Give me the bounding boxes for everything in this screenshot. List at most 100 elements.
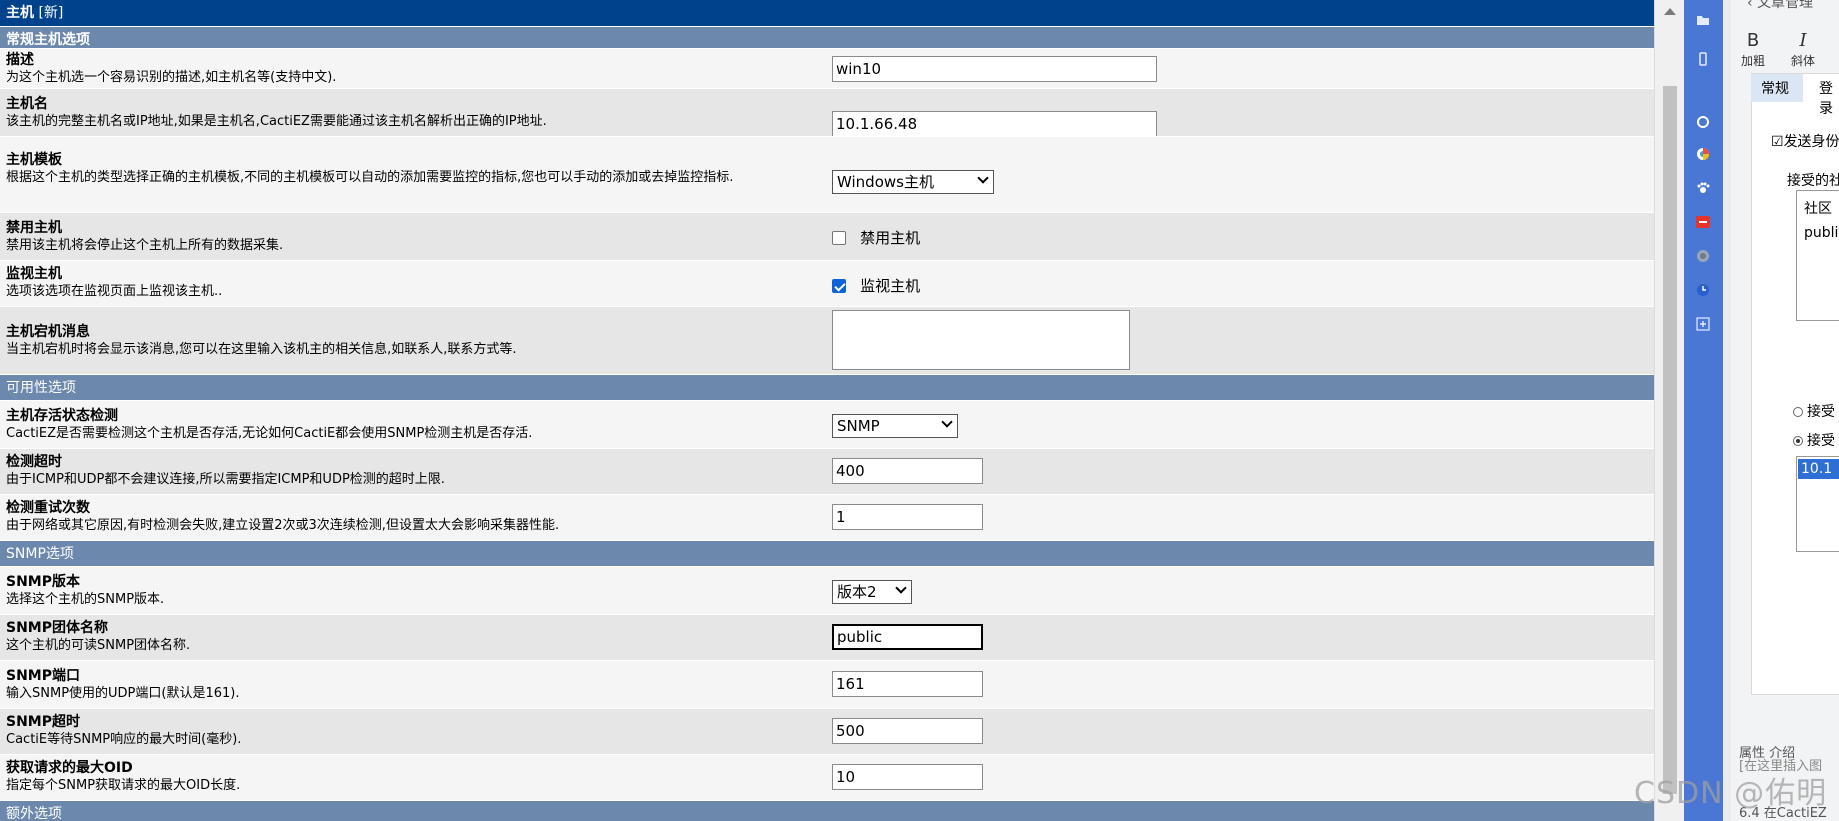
help-ping-retries: 由于网络或其它原因,有时检测会失败,建立设置2次或3次连续检测,但设置太大会影响… [6, 518, 560, 533]
row-snmp-port: SNMP端口 输入SNMP使用的UDP端口(默认是161). 161 [0, 660, 1654, 708]
radio-selected-icon[interactable] [1793, 436, 1803, 446]
panel-gap [1723, 0, 1731, 821]
send-auth-option[interactable]: ☑发送身份 [1771, 131, 1839, 151]
monitor-checkbox-label[interactable]: 监视主机 [860, 277, 920, 295]
row-monitor: 监视主机 选项该选项在监视页面上监视该主机.. 监视主机 [0, 260, 1654, 306]
chevron-down-icon [977, 172, 989, 184]
tab-general[interactable]: 常规 [1761, 78, 1789, 98]
form-header: 主机 [新] [0, 0, 1654, 26]
editor-right-panel: ‹ 文章管理 B 加粗 I 斜体 常规 登录 ☑发送身份 接受的社 社区 pub… [1731, 0, 1839, 821]
row-snmp-version: SNMP版本 选择这个主机的SNMP版本. 版本2 [0, 566, 1654, 614]
add-icon[interactable] [1696, 317, 1710, 331]
accepted-group-label: 接受的社 [1787, 170, 1839, 190]
radio-option-1[interactable]: 接受 [1793, 401, 1835, 421]
help-max-oids: 指定每个SNMP获取请求的最大OID长度. [6, 778, 241, 793]
checkbox-icon[interactable]: ☑ [1771, 134, 1784, 150]
colorful-app-icon[interactable] [1696, 147, 1710, 161]
community-item[interactable]: publi [1804, 225, 1838, 241]
host-list-item[interactable]: 10.1 [1798, 459, 1839, 479]
italic-icon: I [1799, 30, 1807, 51]
label-availability-method: 主机存活状态检测 [6, 408, 118, 424]
scrollbar-thumb[interactable] [1663, 86, 1677, 794]
folder-icon[interactable] [1696, 13, 1710, 27]
send-auth-label: 发送身份 [1783, 134, 1839, 150]
tab-login[interactable]: 登录 [1819, 78, 1839, 118]
template-select[interactable]: Windows主机 [832, 170, 994, 194]
label-ping-retries: 检测重试次数 [6, 500, 90, 516]
max-oids-input[interactable]: 10 [832, 764, 983, 790]
help-disable: 禁用该主机将会停止这个主机上所有的数据采集. [6, 238, 284, 253]
down-message-textarea[interactable] [832, 310, 1130, 370]
row-description: 描述 为这个主机选一个容易识别的描述,如主机名等(支持中文). win10 [0, 48, 1654, 88]
ping-timeout-input[interactable]: 400 [832, 458, 983, 484]
help-snmp-version: 选择这个主机的SNMP版本. [6, 592, 165, 607]
form-badge: [新] [38, 5, 64, 21]
help-snmp-community: 这个主机的可读SNMP团体名称. [6, 638, 191, 653]
community-header: 社区 [1804, 201, 1832, 217]
help-snmp-timeout: CactiE等待SNMP响应的最大时间(毫秒). [6, 732, 242, 747]
radio-option-1-label: 接受 [1807, 404, 1835, 420]
bold-icon: B [1746, 30, 1760, 51]
paw-icon[interactable] [1696, 181, 1710, 195]
label-monitor: 监视主机 [6, 266, 62, 282]
watermark: CSDN @佑明 [1634, 776, 1828, 811]
row-ping-timeout: 检测超时 由于ICMP和UDP都不会建议连接,所以需要指定ICMP和UDP检测的… [0, 448, 1654, 494]
chat-icon[interactable] [1696, 115, 1710, 129]
bold-label: 加粗 [1741, 54, 1766, 68]
snmp-community-input[interactable]: public [832, 624, 983, 650]
disable-checkbox-label[interactable]: 禁用主机 [860, 229, 920, 247]
snmp-version-select[interactable]: 版本2 [832, 580, 912, 604]
label-down-message: 主机宕机消息 [6, 324, 90, 340]
row-max-oids: 获取请求的最大OID 指定每个SNMP获取请求的最大OID长度. 10 [0, 754, 1654, 800]
row-snmp-community: SNMP团体名称 这个主机的可读SNMP团体名称. public [0, 614, 1654, 660]
description-input[interactable]: win10 [832, 56, 1157, 82]
label-disable: 禁用主机 [6, 220, 62, 236]
snmp-port-input[interactable]: 161 [832, 671, 983, 697]
help-hostname: 该主机的完整主机名或IP地址,如果是主机名,CactiEZ需要能通过该主机名解析… [6, 114, 547, 129]
vertical-scrollbar[interactable] [1654, 0, 1684, 821]
help-ping-timeout: 由于ICMP和UDP都不会建议连接,所以需要指定ICMP和UDP检测的超时上限. [6, 472, 445, 487]
red-app-icon[interactable] [1696, 215, 1710, 229]
form-title: 主机 [6, 5, 34, 21]
label-snmp-port: SNMP端口 [6, 668, 80, 684]
availability-method-select[interactable]: SNMP [832, 414, 958, 438]
help-down-message: 当主机宕机时将会显示该消息,您可以在这里输入该机主的相关信息,如联系人,联系方式… [6, 342, 517, 357]
section-snmp: SNMP选项 [0, 540, 1654, 566]
dialog-card [1751, 73, 1839, 695]
label-snmp-timeout: SNMP超时 [6, 714, 80, 730]
back-chevron-icon[interactable]: ‹ [1747, 0, 1757, 11]
template-select-value: Windows主机 [837, 173, 934, 191]
row-template: 主机模板 根据这个主机的类型选择正确的主机模板,不同的主机模板可以自动的添加需要… [0, 136, 1654, 212]
hostname-input[interactable]: 10.1.66.48 [832, 111, 1157, 137]
radio-icon[interactable] [1793, 407, 1803, 417]
scroll-up-arrow-icon[interactable] [1664, 8, 1676, 15]
chevron-down-icon [941, 416, 953, 428]
radio-option-2-label: 接受 [1807, 433, 1835, 449]
row-down-message: 主机宕机消息 当主机宕机时将会显示该消息,您可以在这里输入该机主的相关信息,如联… [0, 306, 1654, 374]
panel-title-text: 文章管理 [1757, 0, 1814, 11]
help-template: 根据这个主机的类型选择正确的主机模板,不同的主机模板可以自动的添加需要监控的指标… [6, 170, 734, 185]
ping-retries-input[interactable]: 1 [832, 504, 983, 530]
italic-button[interactable]: I 斜体 [1791, 30, 1815, 69]
help-availability-method: CactiEZ是否需要检测这个主机是否存活,无论如何CactiE都会使用SNMP… [6, 426, 533, 441]
radio-option-2[interactable]: 接受 [1793, 430, 1835, 450]
help-snmp-port: 输入SNMP使用的UDP端口(默认是161). [6, 686, 240, 701]
chevron-down-icon [895, 582, 907, 594]
section-availability: 可用性选项 [0, 374, 1654, 400]
globe-icon[interactable] [1696, 249, 1710, 263]
row-availability-method: 主机存活状态检测 CactiEZ是否需要检测这个主机是否存活,无论如何Cacti… [0, 400, 1654, 448]
label-template: 主机模板 [6, 152, 62, 168]
bold-button[interactable]: B 加粗 [1741, 30, 1765, 69]
snmp-timeout-input[interactable]: 500 [832, 718, 983, 744]
host-edit-form: 主机 [新] 常规主机选项 描述 为这个主机选一个容易识别的描述,如主机名等(支… [0, 0, 1654, 821]
clock-icon[interactable] [1696, 283, 1710, 297]
label-snmp-community: SNMP团体名称 [6, 620, 108, 636]
monitor-checkbox[interactable] [832, 278, 846, 293]
row-disable: 禁用主机 禁用该主机将会停止这个主机上所有的数据采集. 禁用主机 [0, 212, 1654, 260]
label-description: 描述 [6, 52, 34, 68]
section-extra: 额外选项 [0, 800, 1654, 821]
label-snmp-version: SNMP版本 [6, 574, 80, 590]
disable-checkbox[interactable] [832, 230, 846, 245]
phone-icon[interactable] [1696, 52, 1710, 66]
row-hostname: 主机名 该主机的完整主机名或IP地址,如果是主机名,CactiEZ需要能通过该主… [0, 88, 1654, 137]
